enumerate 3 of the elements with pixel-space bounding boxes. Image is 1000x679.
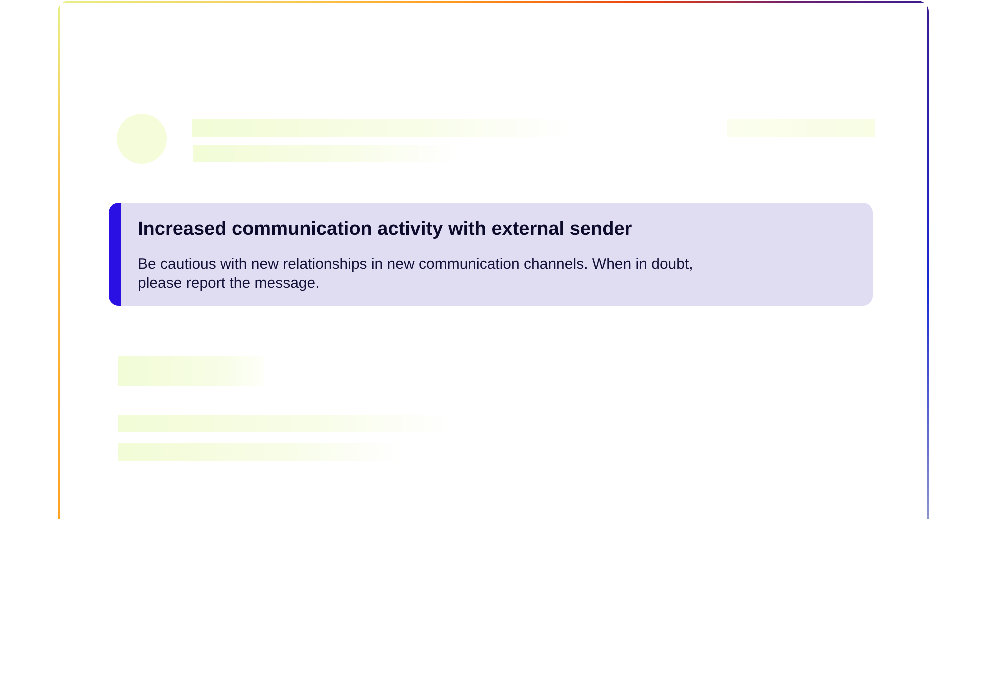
warning-message: Be cautious with new relationships in new communication channels. When in doubt, please report the message. (138, 255, 694, 293)
avatar-placeholder (117, 114, 167, 164)
warning-title: Increased communication activity with external sender (138, 218, 634, 242)
